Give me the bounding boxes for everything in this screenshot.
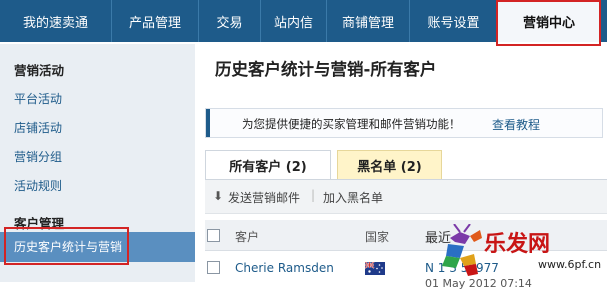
- australia-flag-icon: [364, 261, 385, 278]
- watermark-logo-text: 乐发网: [484, 231, 551, 257]
- column-header-customer: 客户: [235, 230, 260, 244]
- nav-tab-product-management[interactable]: 产品管理: [112, 0, 199, 42]
- tab-all-customers[interactable]: 所有客户 (2): [205, 150, 331, 180]
- watermark-url: www.6pf.cn: [538, 258, 602, 271]
- nav-tab-my-aliexpress[interactable]: 我的速卖通: [0, 0, 112, 42]
- sidebar-section-customer-management: 客户管理: [14, 216, 65, 231]
- tab-blacklist[interactable]: 黑名单 (2): [337, 150, 442, 180]
- nav-tab-messages[interactable]: 站内信: [261, 0, 327, 42]
- tutorial-link[interactable]: 查看教程: [492, 116, 540, 133]
- nav-tab-store-management[interactable]: 商铺管理: [327, 0, 410, 42]
- sidebar-item-marketing-groups[interactable]: 营销分组: [14, 148, 62, 165]
- down-arrow-icon: ⬇: [213, 189, 224, 203]
- nav-tab-marketing-center[interactable]: 营销中心: [498, 0, 601, 42]
- page-title: 历史客户统计与营销-所有客户: [215, 60, 437, 79]
- add-to-blacklist-button[interactable]: 加入黑名单: [323, 189, 383, 206]
- notice-accent: [206, 109, 210, 137]
- toolbar: ⬇ 发送营销邮件 | 加入黑名单: [205, 180, 607, 214]
- nav-tab-trade[interactable]: 交易: [199, 0, 261, 42]
- top-navigation: 我的速卖通 产品管理 交易 站内信 商铺管理 账号设置 营销中心: [0, 0, 607, 46]
- row-checkbox[interactable]: [207, 261, 220, 274]
- notice-bar: 为您提供便捷的买家管理和邮件营销功能！ 查看教程: [205, 108, 603, 138]
- sidebar-section-marketing: 营销活动: [14, 63, 65, 78]
- sidebar-item-store-activities[interactable]: 店铺活动: [14, 119, 62, 136]
- deer-logo-icon: [442, 224, 482, 276]
- nav-tab-account-settings[interactable]: 账号设置: [410, 0, 498, 42]
- column-header-country: 国家: [365, 230, 390, 244]
- sidebar-item-platform-activities[interactable]: 平台活动: [14, 90, 62, 107]
- customer-name-link[interactable]: Cherie Ramsden: [235, 261, 334, 275]
- sidebar-item-activity-rules[interactable]: 活动规则: [14, 177, 62, 194]
- watermark: 乐发网 www.6pf.cn: [430, 224, 605, 280]
- sidebar-item-customer-statistics[interactable]: 历史客户统计与营销: [0, 232, 195, 262]
- send-marketing-email-button[interactable]: 发送营销邮件: [228, 189, 300, 206]
- select-all-checkbox[interactable]: [207, 229, 220, 242]
- notice-text: 为您提供便捷的买家管理和邮件营销功能！: [242, 117, 461, 131]
- sidebar: 营销活动 平台活动 店铺活动 营销分组 活动规则 客户管理 历史客户统计与营销: [0, 44, 195, 282]
- toolbar-separator: |: [311, 188, 316, 202]
